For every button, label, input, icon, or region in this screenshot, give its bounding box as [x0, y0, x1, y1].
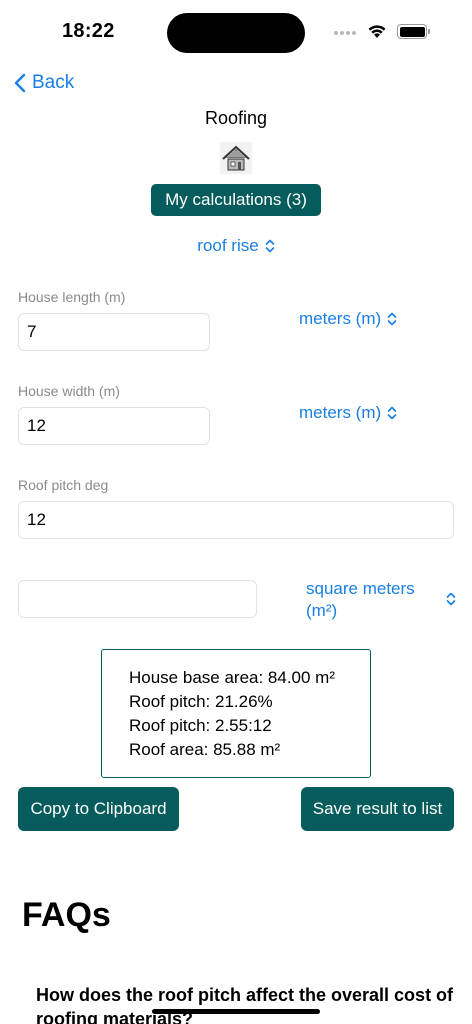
status-time: 18:22 [62, 20, 115, 42]
house-length-unit-select[interactable]: meters (m) [299, 309, 397, 329]
page-title: Roofing [204, 108, 268, 128]
chevron-up-down-icon [387, 406, 397, 420]
house-length-label: House length (m) [18, 289, 126, 305]
results-panel: House base area: 84.00 m² Roof pitch: 21… [101, 649, 371, 778]
status-bar: 18:22 [0, 0, 472, 62]
house-width-label: House width (m) [18, 383, 120, 399]
unit-label: meters (m) [299, 309, 382, 328]
roof-house-icon [220, 142, 252, 174]
house-length-input[interactable]: 7 [18, 313, 210, 351]
unit-label: meters (m) [299, 403, 382, 422]
chevron-up-down-icon [446, 592, 456, 606]
result-pitch-ratio: Roof pitch: 2.55:12 [129, 716, 272, 735]
cellular-signal-icon [334, 31, 356, 35]
back-label: Back [32, 72, 75, 93]
chevron-left-icon [14, 73, 26, 93]
calculation-mode-select[interactable]: roof rise [0, 236, 472, 256]
back-button[interactable]: Back [14, 70, 74, 96]
result-unit-line1: square meters [306, 579, 415, 598]
copy-to-clipboard-button[interactable]: Copy to Clipboard [18, 787, 179, 831]
roof-pitch-label: Roof pitch deg [18, 477, 109, 493]
battery-icon [397, 24, 430, 39]
result-unit-select[interactable]: square meters (m²) [306, 578, 466, 622]
wifi-icon [368, 25, 386, 38]
home-indicator [152, 1009, 320, 1014]
mode-select-label: roof rise [197, 236, 259, 255]
my-calculations-button[interactable]: My calculations (3) [151, 184, 321, 216]
result-pitch-percent: Roof pitch: 21.26% [129, 692, 273, 711]
faq-heading: FAQs [22, 896, 111, 934]
chevron-up-down-icon [265, 239, 275, 253]
house-width-input[interactable]: 12 [18, 407, 210, 445]
result-roof-area: Roof area: 85.88 m² [129, 740, 281, 759]
save-result-button[interactable]: Save result to list [301, 787, 454, 831]
result-value-field[interactable] [18, 580, 257, 618]
house-width-unit-select[interactable]: meters (m) [299, 403, 397, 423]
result-base-area: House base area: 84.00 m² [129, 668, 336, 687]
result-unit-line2: (m²) [306, 601, 338, 620]
chevron-up-down-icon [387, 312, 397, 326]
faq-question[interactable]: How does the roof pitch affect the overa… [36, 983, 456, 1024]
dynamic-island [167, 13, 305, 53]
roof-pitch-input[interactable]: 12 [18, 501, 454, 539]
